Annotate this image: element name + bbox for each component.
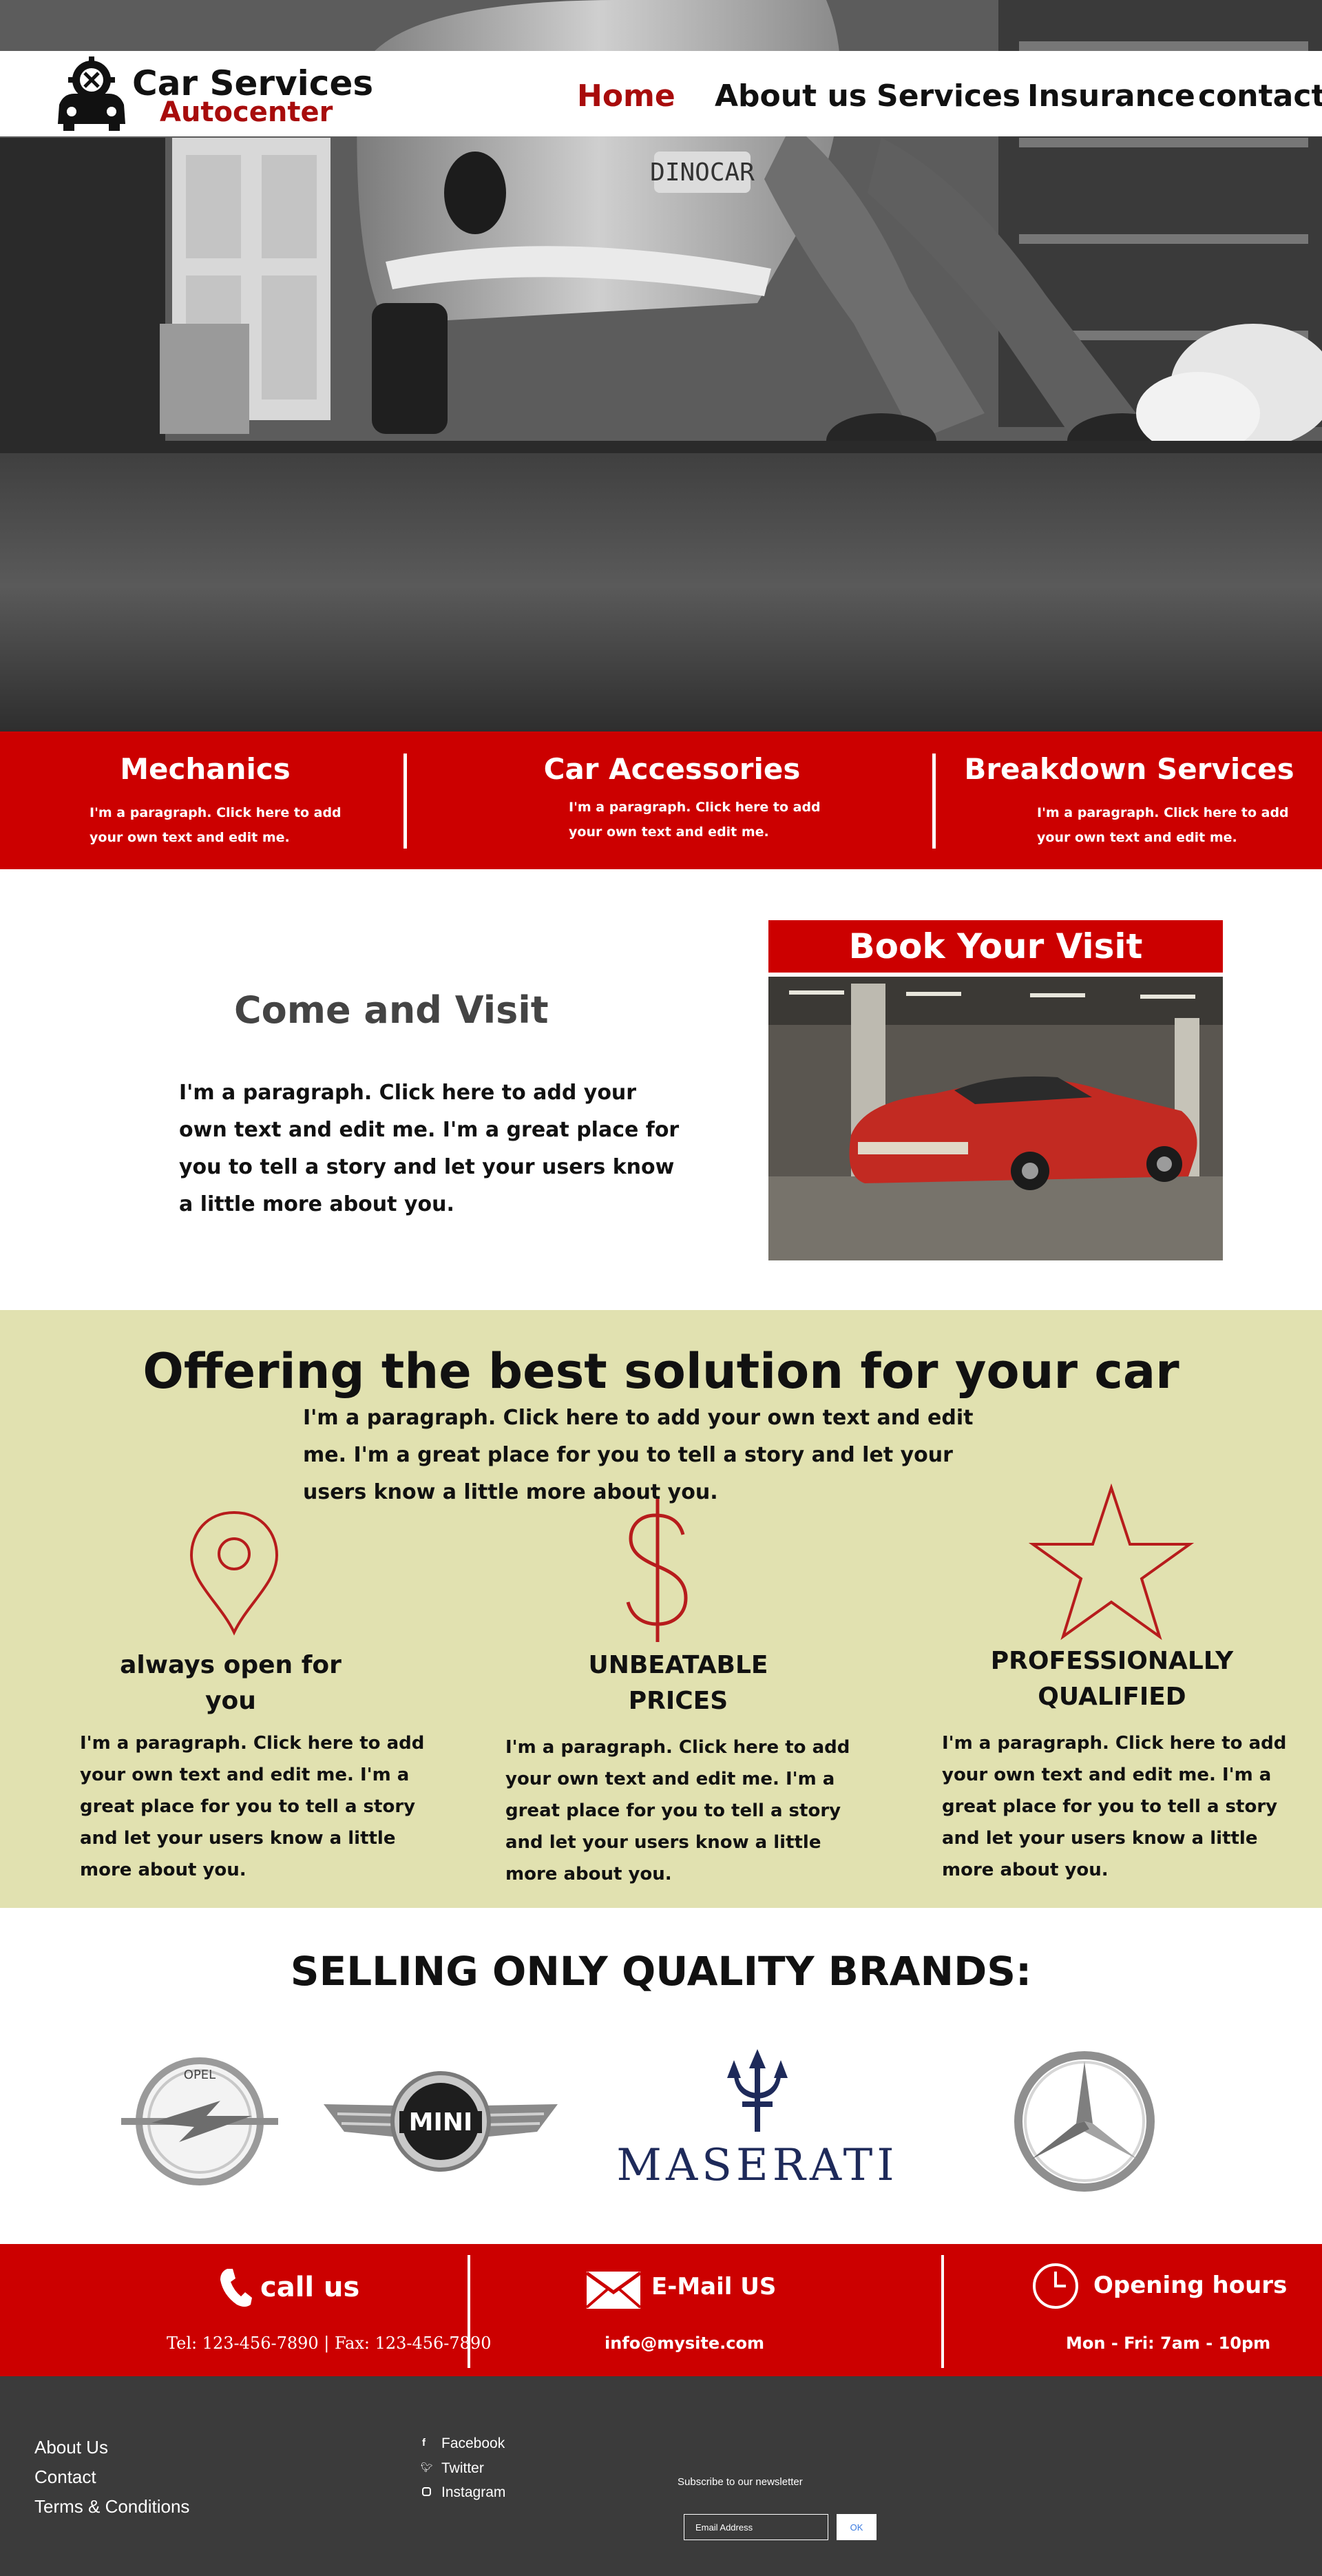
offering-title: Offering the best solution for your car — [143, 1343, 1179, 1400]
offering-item-title: always open for you — [120, 1651, 342, 1715]
footer-social-facebook[interactable]: Facebook — [441, 2435, 505, 2452]
mini-logo: MINI — [324, 2071, 558, 2172]
book-visit-button[interactable]: Book Your Visit — [768, 920, 1223, 973]
newsletter-ok-button[interactable]: OK — [837, 2514, 877, 2540]
nav-home[interactable]: Home — [577, 79, 675, 114]
feature-text-mechanics: I'm a paragraph. Click here to add your … — [90, 805, 342, 845]
opening-hours-title: Opening hours — [1093, 2272, 1288, 2299]
twitter-icon[interactable]: 🐦︎ — [421, 2462, 433, 2473]
opel-logo-text: OPEL — [184, 2068, 216, 2082]
offering-item-title: PROFESSIONALLY QUALIFIED — [990, 1647, 1234, 1711]
facebook-icon[interactable]: f — [422, 2437, 426, 2449]
maserati-logo: MASERATI — [616, 2049, 898, 2191]
call-us-text: Tel: 123-456-7890 | Fax: 123-456-7890 — [167, 2334, 492, 2353]
mini-logo-text: MINI — [409, 2108, 473, 2137]
footer-social-twitter[interactable]: Twitter — [441, 2460, 484, 2477]
offering-item-text: I'm a paragraph. Click here to add your … — [80, 1733, 425, 1880]
location-pin-icon — [189, 1510, 279, 1636]
clock-icon — [1033, 2263, 1078, 2309]
instagram-icon[interactable] — [422, 2487, 431, 2496]
feature-text-breakdown-services: I'm a paragraph. Click here to add your … — [1037, 805, 1289, 845]
feature-divider — [403, 754, 407, 849]
nav-about-us[interactable]: About us — [715, 79, 867, 114]
feature-title-car-accessories: Car Accessories — [543, 752, 801, 786]
call-us-title: call us — [260, 2272, 360, 2303]
phone-icon — [220, 2269, 252, 2307]
feature-divider — [932, 754, 936, 849]
red-car-garage-photo — [768, 977, 1223, 1260]
offering-section: Offering the best solution for your car … — [0, 1310, 1322, 1908]
svg-text:DINOCAR: DINOCAR — [650, 158, 755, 187]
mercedes-logo — [1014, 2051, 1155, 2192]
contact-band: call us Tel: 123-456-7890 | Fax: 123-456… — [0, 2244, 1322, 2376]
logo-subtitle[interactable]: Autocenter — [160, 96, 333, 128]
footer-link-contact[interactable]: Contact — [34, 2466, 96, 2488]
newsletter-label: Subscribe to our newsletter — [678, 2476, 803, 2488]
features-band: Mechanics I'm a paragraph. Click here to… — [0, 731, 1322, 869]
offering-item-text: I'm a paragraph. Click here to add your … — [942, 1733, 1287, 1880]
nav-insurance[interactable]: Insurance — [1027, 79, 1195, 114]
dollar-icon — [626, 1499, 688, 1642]
feature-title-mechanics: Mechanics — [120, 752, 291, 786]
email-us-title: E-Mail US — [651, 2273, 777, 2300]
car-gear-logo-icon[interactable] — [54, 55, 129, 131]
feature-title-breakdown-services: Breakdown Services — [964, 752, 1294, 786]
opel-logo: OPEL — [121, 2057, 278, 2185]
visit-paragraph: I'm a paragraph. Click here to add your … — [179, 1081, 680, 1216]
red-car-image — [768, 977, 1223, 1260]
maserati-logo-text: MASERATI — [616, 2140, 898, 2191]
opening-hours-text: Mon - Fri: 7am - 10pm — [1066, 2334, 1271, 2353]
contact-divider — [941, 2255, 944, 2368]
offering-item-text: I'm a paragraph. Click here to add your … — [505, 1737, 850, 1884]
mail-icon — [587, 2272, 640, 2309]
star-icon — [1029, 1484, 1194, 1641]
site-footer: About Us Contact Terms & Conditions f Fa… — [0, 2376, 1322, 2576]
footer-social-instagram[interactable]: Instagram — [441, 2484, 505, 2501]
footer-link-terms[interactable]: Terms & Conditions — [34, 2496, 189, 2517]
nav-services[interactable]: Services — [877, 79, 1020, 114]
page: DINOCAR Car Services Autocenter Home Abo… — [0, 0, 1322, 2576]
brands-title: SELLING ONLY QUALITY BRANDS: — [290, 1948, 1032, 1995]
contact-divider — [468, 2255, 470, 2368]
email-link[interactable]: info@mysite.com — [605, 2334, 764, 2353]
feature-text-car-accessories: I'm a paragraph. Click here to add your … — [569, 800, 821, 840]
offering-item-title: UNBEATABLE PRICES — [588, 1651, 768, 1715]
visit-title: Come and Visit — [234, 988, 549, 1032]
footer-link-about-us[interactable]: About Us — [34, 2437, 108, 2458]
nav-contact[interactable]: contact — [1198, 79, 1322, 114]
site-header: Car Services Autocenter Home About us Se… — [0, 51, 1322, 136]
newsletter-email-input[interactable] — [684, 2514, 828, 2540]
